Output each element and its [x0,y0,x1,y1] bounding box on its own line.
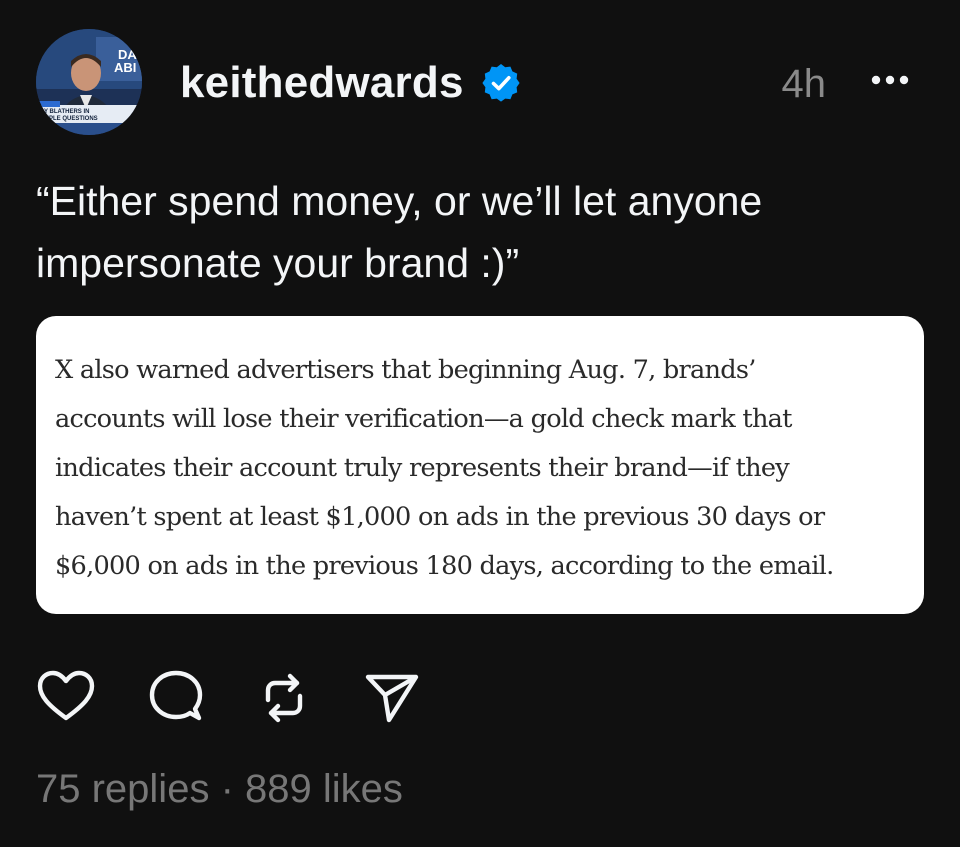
avatar-lower-third-2: MPLE QUESTIONS [44,116,98,122]
repost-button[interactable] [254,668,314,728]
like-button[interactable] [36,668,96,728]
reply-button[interactable] [146,668,206,728]
share-button[interactable] [362,668,422,728]
thread-post: DA ABI Y BLATHERS IN MPLE QUESTIONS keit… [0,0,960,847]
post-timestamp: 4h [781,62,827,106]
username[interactable]: keithedwards [180,57,464,109]
quoted-text-line: accounts will lose their verification—a … [55,404,792,434]
post-stats: 75 replies · 889 likes [36,764,403,814]
quoted-article-text: X also warned advertisers that beginning… [55,346,904,591]
comment-bubble-icon [149,670,203,721]
send-icon [365,674,419,723]
quoted-text-line: X also warned advertisers that beginning… [55,355,756,385]
quoted-text-line: haven’t spent at least $1,000 on ads in … [55,502,825,532]
heart-icon [37,670,95,721]
verified-badge-icon [482,64,520,102]
avatar-lower-third-1: Y BLATHERS IN [44,109,89,115]
likes-count[interactable]: 889 likes [245,767,403,811]
avatar-image: DA ABI Y BLATHERS IN MPLE QUESTIONS [36,29,142,135]
quoted-text-line: indicates their account truly represents… [55,453,790,483]
quoted-text-line: $6,000 on ads in the previous 180 days, … [55,551,834,581]
repost-icon [265,673,303,723]
post-caption: “Either spend money, or we’ll let anyone… [36,178,763,286]
stats-separator: · [220,767,234,811]
quoted-article-image[interactable]: X also warned advertisers that beginning… [36,316,924,614]
avatar[interactable]: DA ABI Y BLATHERS IN MPLE QUESTIONS [36,29,142,135]
avatar-overlay-text-2: ABI [114,60,136,75]
more-options-icon[interactable] [866,66,914,94]
replies-count[interactable]: 75 replies [36,767,209,811]
